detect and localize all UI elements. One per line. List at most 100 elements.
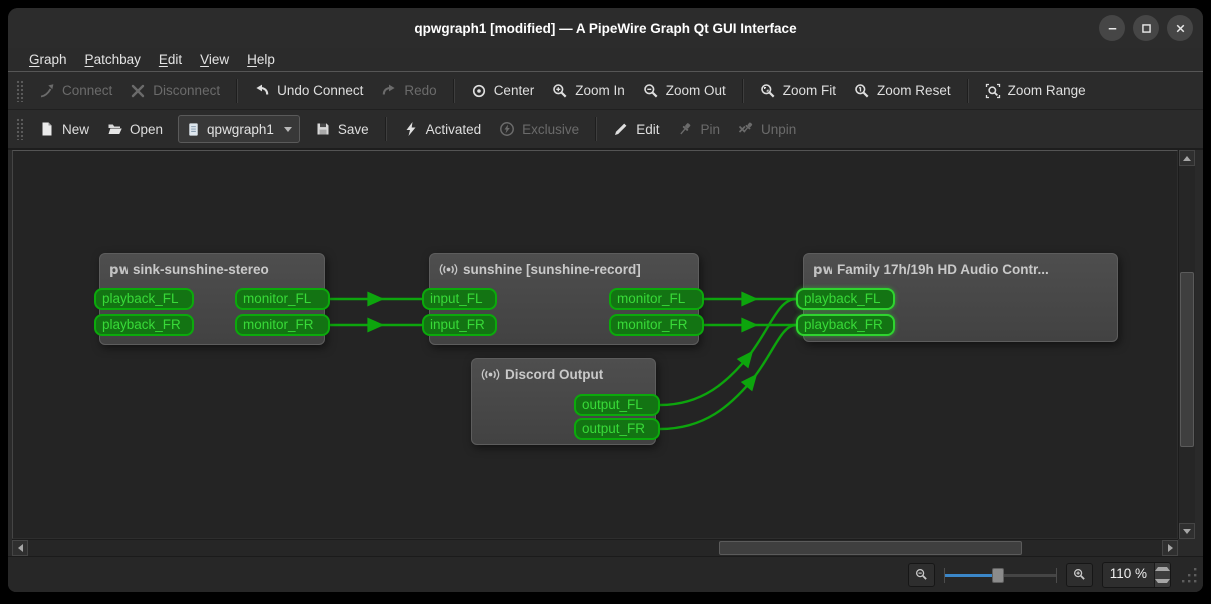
port-monitor_FR-out[interactable]: monitor_FR: [609, 314, 704, 336]
zoom-in-button[interactable]: Zoom In: [543, 77, 634, 105]
file-icon: [186, 122, 201, 137]
zoom-in-icon: [1073, 568, 1086, 581]
toolbar-handle[interactable]: [16, 118, 23, 140]
port-monitor_FL-out[interactable]: monitor_FL: [609, 288, 704, 310]
toolbar-separator: [236, 79, 238, 103]
button-label: Activated: [426, 122, 482, 137]
open-folder-icon: [107, 121, 123, 137]
maximize-button[interactable]: [1133, 15, 1159, 41]
spin-down-button[interactable]: [1155, 575, 1170, 587]
slider-fill: [944, 574, 998, 577]
pin-x-icon: [738, 121, 754, 137]
menu-graph[interactable]: Graph: [20, 50, 76, 69]
port-output_FR-out[interactable]: output_FR: [574, 418, 660, 440]
arrow-down-icon: [1183, 529, 1191, 534]
new-button[interactable]: New: [30, 115, 98, 143]
slider-handle[interactable]: [992, 568, 1004, 583]
center-button[interactable]: Center: [462, 77, 544, 105]
zoom-fit-button[interactable]: Zoom Fit: [751, 77, 845, 105]
button-label: Zoom Range: [1008, 83, 1086, 98]
slider-tick: [1056, 568, 1057, 583]
win-max-icon: [1139, 21, 1154, 36]
win-min-icon: [1105, 21, 1120, 36]
status-bar: 110 %: [8, 556, 1203, 592]
activated-button[interactable]: Activated: [394, 115, 491, 143]
zoom-range-icon: [985, 83, 1001, 99]
zoom-in-button[interactable]: [1066, 563, 1093, 587]
patchbay-file-combobox[interactable]: qpwgraph1: [178, 115, 300, 143]
toolbar-separator: [453, 79, 455, 103]
redo-icon: [381, 83, 397, 99]
button-label: New: [62, 122, 89, 137]
zoom-out-button[interactable]: Zoom Out: [634, 77, 735, 105]
bolt-icon: [403, 121, 419, 137]
unpin-button[interactable]: Unpin: [729, 115, 805, 143]
pin-button[interactable]: Pin: [668, 115, 729, 143]
vertical-scrollbar[interactable]: [1178, 150, 1195, 539]
button-label: Unpin: [761, 122, 796, 137]
port-input_FL-in[interactable]: input_FL: [422, 288, 497, 310]
button-label: Edit: [636, 122, 659, 137]
minimize-button[interactable]: [1099, 15, 1125, 41]
port-playback_FR-in[interactable]: playback_FR: [796, 314, 895, 336]
app-window: qpwgraph1 [modified] — A PipeWire Graph …: [8, 8, 1203, 592]
resize-grip[interactable]: [1180, 566, 1198, 584]
horizontal-scroll-thumb[interactable]: [719, 541, 1022, 555]
arrow-up-icon: [1183, 156, 1191, 161]
exclusive-button[interactable]: Exclusive: [490, 115, 588, 143]
pw-icon: pw: [109, 261, 128, 278]
button-label: Connect: [62, 83, 112, 98]
port-playback_FL-in[interactable]: playback_FL: [94, 288, 194, 310]
scroll-right-button[interactable]: [1162, 540, 1178, 556]
center-icon: [471, 83, 487, 99]
zoom-out-icon: [643, 83, 659, 99]
port-output_FL-out[interactable]: output_FL: [574, 394, 660, 416]
menu-help[interactable]: Help: [238, 50, 284, 69]
spin-down-icon: [1155, 579, 1170, 583]
port-monitor_FL-out[interactable]: monitor_FL: [235, 288, 330, 310]
menu-patchbay[interactable]: Patchbay: [76, 50, 150, 69]
zoom-reset-button[interactable]: Zoom Reset: [845, 77, 960, 105]
graph-canvas[interactable]: pwsink-sunshine-stereoplayback_FLplaybac…: [12, 150, 1178, 539]
edit-button[interactable]: Edit: [604, 115, 668, 143]
menu-view[interactable]: View: [191, 50, 238, 69]
scroll-left-button[interactable]: [12, 540, 28, 556]
svg-text:pw: pw: [109, 263, 128, 278]
slider-tick: [944, 568, 945, 583]
zoom-range-button[interactable]: Zoom Range: [976, 77, 1095, 105]
button-label: Save: [338, 122, 369, 137]
pw-icon: pw: [813, 261, 832, 278]
arrow-left-icon: [18, 544, 23, 552]
port-monitor_FR-out[interactable]: monitor_FR: [235, 314, 330, 336]
disconnect-icon: [130, 83, 146, 99]
scroll-down-button[interactable]: [1179, 523, 1195, 539]
menu-edit[interactable]: Edit: [150, 50, 191, 69]
zoom-spinbox[interactable]: 110 %: [1102, 562, 1171, 588]
vertical-scroll-thumb[interactable]: [1180, 272, 1194, 447]
button-label: Zoom Out: [666, 83, 726, 98]
save-button[interactable]: Save: [306, 115, 378, 143]
close-button[interactable]: [1167, 15, 1193, 41]
zoom-value: 110 %: [1103, 563, 1154, 587]
open-button[interactable]: Open: [98, 115, 172, 143]
button-label: Open: [130, 122, 163, 137]
connect-button[interactable]: Connect: [30, 77, 121, 105]
node-title: pwsink-sunshine-stereo: [100, 254, 324, 278]
canvas-area: pwsink-sunshine-stereoplayback_FLplaybac…: [8, 150, 1203, 556]
disconnect-button[interactable]: Disconnect: [121, 77, 229, 105]
zoom-out-button[interactable]: [908, 563, 935, 587]
port-playback_FR-in[interactable]: playback_FR: [94, 314, 194, 336]
screen: qpwgraph1 [modified] — A PipeWire Graph …: [0, 0, 1211, 604]
toolbar-handle[interactable]: [16, 80, 23, 102]
port-input_FR-in[interactable]: input_FR: [422, 314, 497, 336]
redo-button[interactable]: Redo: [372, 77, 445, 105]
title-bar[interactable]: qpwgraph1 [modified] — A PipeWire Graph …: [8, 8, 1203, 48]
toolbar-separator: [385, 117, 387, 141]
undo-connect-button[interactable]: Undo Connect: [245, 77, 372, 105]
bolt-circle-icon: [499, 121, 515, 137]
spin-up-button[interactable]: [1155, 563, 1170, 575]
port-playback_FL-in[interactable]: playback_FL: [796, 288, 895, 310]
zoom-slider[interactable]: [944, 564, 1057, 586]
horizontal-scrollbar[interactable]: [12, 539, 1178, 556]
scroll-up-button[interactable]: [1179, 150, 1195, 166]
